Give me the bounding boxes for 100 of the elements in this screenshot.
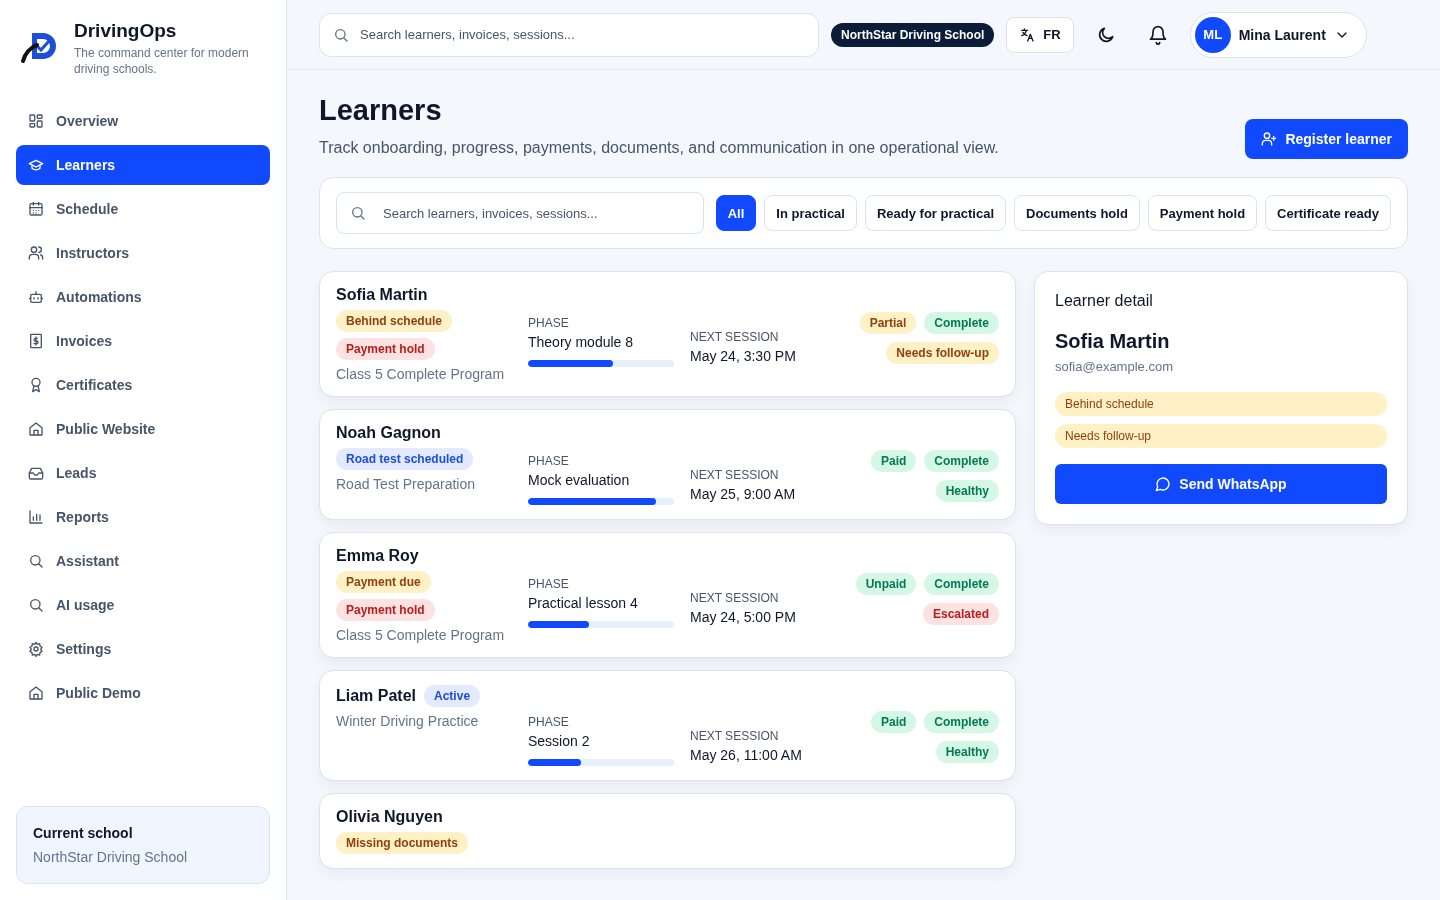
learner-card[interactable]: Olivia Nguyen Missing documents <box>319 793 1016 869</box>
filter-chip[interactable]: In practical <box>764 195 857 231</box>
learner-name: Liam Patel <box>336 687 417 705</box>
status-tag: Complete <box>924 573 999 595</box>
status-tag: Missing documents <box>336 832 468 854</box>
chat-bubble-icon <box>1155 476 1172 492</box>
award-icon <box>28 377 44 393</box>
learner-name: Sofia Martin <box>336 286 428 304</box>
phase-value: Session 2 <box>528 733 591 749</box>
learner-email: sofia@example.com <box>1055 359 1174 374</box>
nav-item[interactable]: Assistant <box>16 541 270 581</box>
next-session-label: NEXT SESSION <box>690 591 780 605</box>
search-icon <box>333 26 349 43</box>
school-badge: NorthStar Driving School <box>831 22 995 47</box>
status-tag: Payment hold <box>336 338 435 360</box>
nav-item[interactable]: Invoices <box>16 321 270 361</box>
language-button[interactable]: FR <box>1006 16 1074 53</box>
translate-icon <box>1019 26 1036 43</box>
panel-title: Learner detail <box>1055 292 1154 310</box>
nav-item[interactable]: Reports <box>16 497 270 537</box>
user-avatar: ML <box>1194 16 1231 53</box>
nav-item[interactable]: Leads <box>16 453 270 493</box>
nav-item[interactable]: Overview <box>16 101 270 141</box>
nav-item[interactable]: AI usage <box>16 585 270 625</box>
house-icon <box>28 685 44 701</box>
status-tag: Payment hold <box>336 599 435 621</box>
phase-label: PHASE <box>528 577 570 591</box>
brand-name: DrivingOps <box>74 20 178 42</box>
next-session-label: NEXT SESSION <box>690 468 780 482</box>
next-session-time: May 26, 11:00 AM <box>690 747 803 763</box>
page-title: Learners <box>319 94 443 127</box>
nav-item[interactable]: Instructors <box>16 233 270 273</box>
learner-card[interactable]: Sofia Martin Behind schedule Payment hold Class 5 Complete Program PHASE Theory module 8 NEXT SESSION May 24, 3:30 PM Partial Complete Needs follow-up <box>319 271 1016 397</box>
status-tag: Partial <box>859 312 917 334</box>
bell-icon <box>1147 24 1168 45</box>
status-tag: Unpaid <box>855 573 917 595</box>
nav-item[interactable]: Settings <box>16 629 270 669</box>
phase-label: PHASE <box>528 454 570 468</box>
status-tag: Paid <box>870 450 917 472</box>
inbox-icon <box>28 465 44 481</box>
program-name: Road Test Preparation <box>336 476 476 492</box>
grid-icon <box>28 113 44 129</box>
learner-name: Olivia Nguyen <box>336 808 443 826</box>
learner-card[interactable]: Noah Gagnon Road test scheduled Road Test Preparation PHASE Mock evaluation NEXT SESSION May 25, 9:00 AM Paid Complete Healthy <box>319 409 1016 520</box>
status-tag: Paid <box>870 711 917 733</box>
filter-chip[interactable]: Payment hold <box>1147 195 1258 231</box>
nav-item[interactable]: Public Website <box>16 409 270 449</box>
receipt-icon <box>28 333 44 349</box>
learner-name: Noah Gagnon <box>336 424 441 442</box>
filter-chip[interactable]: Certificate ready <box>1265 195 1391 231</box>
program-name: Class 5 Complete Program <box>336 627 505 643</box>
user-name: Mina Laurent <box>1238 26 1326 43</box>
phase-value: Practical lesson 4 <box>528 595 639 611</box>
next-session-label: NEXT SESSION <box>690 729 780 743</box>
search-icon <box>28 553 44 569</box>
status-tag: Behind schedule <box>1055 392 1387 416</box>
search-icon <box>28 597 44 613</box>
user-menu[interactable]: ML Mina Laurent <box>1189 11 1367 58</box>
robot-icon <box>28 289 44 305</box>
learner-card[interactable]: Liam Patel Active Winter Driving Practice PHASE Session 2 NEXT SESSION May 26, 11:00 AM Paid Complete Healthy <box>319 670 1016 781</box>
bar-chart-icon <box>28 509 44 525</box>
filter-chip[interactable]: All <box>715 195 757 231</box>
status-tag: Escalated <box>922 603 999 625</box>
status-tag: Healthy <box>935 480 999 502</box>
filter-chip[interactable]: Documents hold <box>1014 195 1140 231</box>
nav-item[interactable]: Certificates <box>16 365 270 405</box>
next-session-time: May 24, 5:00 PM <box>690 609 797 625</box>
status-tag: Needs follow-up <box>886 342 999 364</box>
next-session-time: May 24, 3:30 PM <box>690 348 797 364</box>
nav-item[interactable]: Automations <box>16 277 270 317</box>
status-tag: Complete <box>924 450 999 472</box>
learner-name: Sofia Martin <box>1055 330 1171 353</box>
status-tag: Complete <box>924 711 999 733</box>
search-field[interactable]: Search learners, invoices, sessions... <box>336 192 704 234</box>
status-tag: Healthy <box>935 741 999 763</box>
filter-chip[interactable]: Ready for practical <box>864 195 1006 231</box>
brand-tagline: The command center for modern driving schools. <box>74 45 250 77</box>
phase-value: Theory module 8 <box>528 334 635 350</box>
status-tag: Behind schedule <box>336 310 453 332</box>
next-session-label: NEXT SESSION <box>690 330 780 344</box>
add-user-icon <box>1261 131 1278 147</box>
page-subtitle: Track onboarding, progress, payments, documents, and communication in one operational view. <box>319 139 999 157</box>
search-icon <box>350 205 366 221</box>
graduation-cap-icon <box>28 157 44 173</box>
phase-label: PHASE <box>528 316 570 330</box>
send-whatsapp-button[interactable]: Send WhatsApp <box>1055 464 1387 504</box>
nav-item[interactable]: Public Demo <box>16 673 270 713</box>
nav-item[interactable]: Schedule <box>16 189 270 229</box>
status-tag: Road test scheduled <box>336 448 474 470</box>
status-tag: Payment due <box>336 571 431 593</box>
settings-icon <box>28 641 44 657</box>
status-tag: Complete <box>924 312 999 334</box>
phase-value: Mock evaluation <box>528 472 631 488</box>
learner-card[interactable]: Emma Roy Payment due Payment hold Class 5 Complete Program PHASE Practical lesson 4 NEXT SESSION May 24, 5:00 PM Unpaid Complete Escalated <box>319 532 1016 658</box>
calendar-icon <box>28 201 44 217</box>
house-icon <box>28 421 44 437</box>
register-learner-button[interactable]: Register learner <box>1245 119 1408 159</box>
search-field[interactable]: Search learners, invoices, sessions... <box>319 12 819 57</box>
nav-item[interactable]: Learners <box>16 145 270 185</box>
program-name: Class 5 Complete Program <box>336 366 505 382</box>
